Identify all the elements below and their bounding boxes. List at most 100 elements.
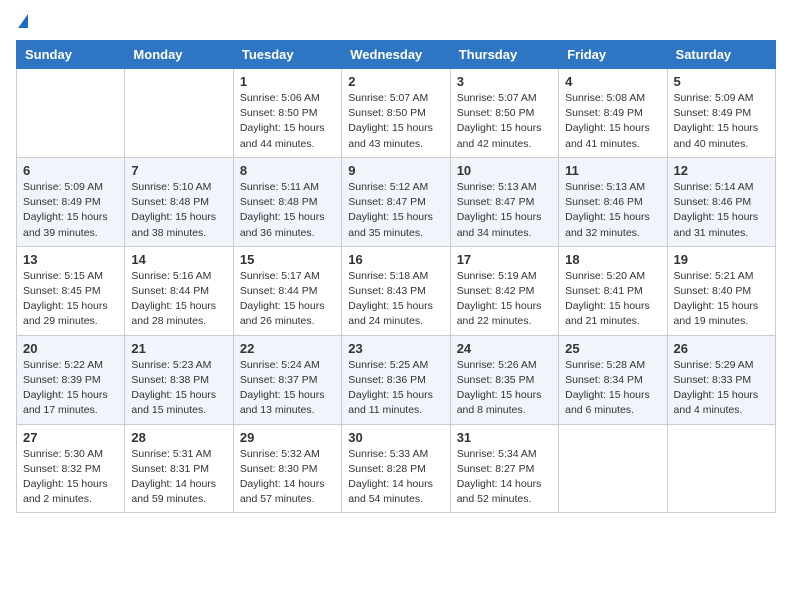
day-info: Sunrise: 5:26 AM Sunset: 8:35 PM Dayligh… — [457, 358, 552, 419]
day-number: 13 — [23, 252, 118, 267]
calendar-cell: 12 Sunrise: 5:14 AM Sunset: 8:46 PM Dayli… — [667, 157, 775, 246]
day-number: 27 — [23, 430, 118, 445]
day-info: Sunrise: 5:08 AM Sunset: 8:49 PM Dayligh… — [565, 91, 660, 152]
day-number: 4 — [565, 74, 660, 89]
day-number: 2 — [348, 74, 443, 89]
calendar-day-header: Wednesday — [342, 41, 450, 69]
calendar-day-header: Tuesday — [233, 41, 341, 69]
calendar-cell: 25Sunrise: 5:28 AM Sunset: 8:34 PM Dayli… — [559, 335, 667, 424]
calendar-cell: 17 Sunrise: 5:19 AM Sunset: 8:42 PM Dayli… — [450, 246, 558, 335]
calendar-cell: 27 Sunrise: 5:30 AM Sunset: 8:32 PM Dayli… — [17, 424, 125, 513]
day-info: Sunrise: 5:19 AM Sunset: 8:42 PM Dayligh… — [457, 269, 552, 330]
calendar-cell: 5 Sunrise: 5:09 AM Sunset: 8:49 PM Daylig… — [667, 69, 775, 158]
day-number: 24 — [457, 341, 552, 356]
day-info: Sunrise: 5:10 AM Sunset: 8:48 PM Dayligh… — [131, 180, 226, 241]
day-info: Sunrise: 5:34 AM Sunset: 8:27 PM Dayligh… — [457, 447, 552, 508]
calendar-day-header: Sunday — [17, 41, 125, 69]
day-number: 29 — [240, 430, 335, 445]
calendar-week-row: 20 Sunrise: 5:22 AM Sunset: 8:39 PM Dayli… — [17, 335, 776, 424]
day-number: 28 — [131, 430, 226, 445]
day-number: 21 — [131, 341, 226, 356]
calendar-cell: 6 Sunrise: 5:09 AM Sunset: 8:49 PM Daylig… — [17, 157, 125, 246]
calendar-cell: 14 Sunrise: 5:16 AM Sunset: 8:44 PM Dayli… — [125, 246, 233, 335]
day-number: 30 — [348, 430, 443, 445]
calendar-cell: 8 Sunrise: 5:11 AM Sunset: 8:48 PM Daylig… — [233, 157, 341, 246]
day-info: Sunrise: 5:31 AM Sunset: 8:31 PM Dayligh… — [131, 447, 226, 508]
logo-triangle-icon — [18, 14, 28, 28]
day-number: 31 — [457, 430, 552, 445]
day-number: 12 — [674, 163, 769, 178]
day-number: 20 — [23, 341, 118, 356]
day-number: 10 — [457, 163, 552, 178]
day-number: 19 — [674, 252, 769, 267]
calendar-day-header: Monday — [125, 41, 233, 69]
day-info: Sunrise: 5:13 AM Sunset: 8:47 PM Dayligh… — [457, 180, 552, 241]
calendar-cell: 20 Sunrise: 5:22 AM Sunset: 8:39 PM Dayli… — [17, 335, 125, 424]
day-info: Sunrise: 5:32 AM Sunset: 8:30 PM Dayligh… — [240, 447, 335, 508]
calendar-cell: 3 Sunrise: 5:07 AM Sunset: 8:50 PM Daylig… — [450, 69, 558, 158]
calendar-cell: 30 Sunrise: 5:33 AM Sunset: 8:28 PM Dayli… — [342, 424, 450, 513]
calendar-cell: 23 Sunrise: 5:25 AM Sunset: 8:36 PM Dayli… — [342, 335, 450, 424]
calendar-cell: 24 Sunrise: 5:26 AM Sunset: 8:35 PM Dayli… — [450, 335, 558, 424]
day-number: 5 — [674, 74, 769, 89]
calendar-cell — [559, 424, 667, 513]
calendar-cell: 21 Sunrise: 5:23 AM Sunset: 8:38 PM Dayli… — [125, 335, 233, 424]
calendar-week-row: 1 Sunrise: 5:06 AM Sunset: 8:50 PM Daylig… — [17, 69, 776, 158]
logo — [16, 16, 28, 30]
calendar-day-header: Friday — [559, 41, 667, 69]
calendar-cell: 31 Sunrise: 5:34 AM Sunset: 8:27 PM Dayli… — [450, 424, 558, 513]
day-number: 7 — [131, 163, 226, 178]
day-number: 25 — [565, 341, 660, 356]
day-info: Sunrise: 5:11 AM Sunset: 8:48 PM Dayligh… — [240, 180, 335, 241]
day-info: Sunrise: 5:13 AM Sunset: 8:46 PM Dayligh… — [565, 180, 660, 241]
day-info: Sunrise: 5:22 AM Sunset: 8:39 PM Dayligh… — [23, 358, 118, 419]
day-info: Sunrise: 5:23 AM Sunset: 8:38 PM Dayligh… — [131, 358, 226, 419]
day-info: Sunrise: 5:30 AM Sunset: 8:32 PM Dayligh… — [23, 447, 118, 508]
day-number: 17 — [457, 252, 552, 267]
calendar-day-header: Thursday — [450, 41, 558, 69]
day-info: Sunrise: 5:12 AM Sunset: 8:47 PM Dayligh… — [348, 180, 443, 241]
day-info: Sunrise: 5:06 AM Sunset: 8:50 PM Dayligh… — [240, 91, 335, 152]
day-number: 15 — [240, 252, 335, 267]
day-info: Sunrise: 5:33 AM Sunset: 8:28 PM Dayligh… — [348, 447, 443, 508]
calendar-week-row: 27 Sunrise: 5:30 AM Sunset: 8:32 PM Dayli… — [17, 424, 776, 513]
day-number: 8 — [240, 163, 335, 178]
calendar-cell: 29 Sunrise: 5:32 AM Sunset: 8:30 PM Dayli… — [233, 424, 341, 513]
calendar-cell: 4 Sunrise: 5:08 AM Sunset: 8:49 PM Daylig… — [559, 69, 667, 158]
day-number: 22 — [240, 341, 335, 356]
day-number: 14 — [131, 252, 226, 267]
calendar-header-row: SundayMondayTuesdayWednesdayThursdayFrid… — [17, 41, 776, 69]
page-header — [16, 16, 776, 30]
day-number: 3 — [457, 74, 552, 89]
day-info: Sunrise: 5:25 AM Sunset: 8:36 PM Dayligh… — [348, 358, 443, 419]
day-info: Sunrise: 5:21 AM Sunset: 8:40 PM Dayligh… — [674, 269, 769, 330]
calendar-cell: 16Sunrise: 5:18 AM Sunset: 8:43 PM Dayli… — [342, 246, 450, 335]
calendar-cell: 7 Sunrise: 5:10 AM Sunset: 8:48 PM Daylig… — [125, 157, 233, 246]
day-number: 9 — [348, 163, 443, 178]
calendar-cell: 19 Sunrise: 5:21 AM Sunset: 8:40 PM Dayli… — [667, 246, 775, 335]
day-number: 23 — [348, 341, 443, 356]
calendar-cell: 28 Sunrise: 5:31 AM Sunset: 8:31 PM Dayli… — [125, 424, 233, 513]
calendar-cell — [125, 69, 233, 158]
calendar-cell: 11 Sunrise: 5:13 AM Sunset: 8:46 PM Dayli… — [559, 157, 667, 246]
day-info: Sunrise: 5:09 AM Sunset: 8:49 PM Dayligh… — [674, 91, 769, 152]
day-number: 1 — [240, 74, 335, 89]
day-info: Sunrise: 5:09 AM Sunset: 8:49 PM Dayligh… — [23, 180, 118, 241]
calendar-cell: 15 Sunrise: 5:17 AM Sunset: 8:44 PM Dayli… — [233, 246, 341, 335]
calendar-cell: 22Sunrise: 5:24 AM Sunset: 8:37 PM Dayli… — [233, 335, 341, 424]
day-info: Sunrise: 5:17 AM Sunset: 8:44 PM Dayligh… — [240, 269, 335, 330]
day-info: Sunrise: 5:20 AM Sunset: 8:41 PM Dayligh… — [565, 269, 660, 330]
calendar-week-row: 13Sunrise: 5:15 AM Sunset: 8:45 PM Dayli… — [17, 246, 776, 335]
day-info: Sunrise: 5:29 AM Sunset: 8:33 PM Dayligh… — [674, 358, 769, 419]
day-number: 18 — [565, 252, 660, 267]
day-info: Sunrise: 5:14 AM Sunset: 8:46 PM Dayligh… — [674, 180, 769, 241]
day-number: 11 — [565, 163, 660, 178]
day-info: Sunrise: 5:16 AM Sunset: 8:44 PM Dayligh… — [131, 269, 226, 330]
calendar-cell: 26 Sunrise: 5:29 AM Sunset: 8:33 PM Dayli… — [667, 335, 775, 424]
day-info: Sunrise: 5:18 AM Sunset: 8:43 PM Dayligh… — [348, 269, 443, 330]
calendar-cell: 9 Sunrise: 5:12 AM Sunset: 8:47 PM Daylig… — [342, 157, 450, 246]
calendar-cell: 18 Sunrise: 5:20 AM Sunset: 8:41 PM Dayli… — [559, 246, 667, 335]
day-number: 26 — [674, 341, 769, 356]
day-number: 6 — [23, 163, 118, 178]
day-info: Sunrise: 5:07 AM Sunset: 8:50 PM Dayligh… — [457, 91, 552, 152]
